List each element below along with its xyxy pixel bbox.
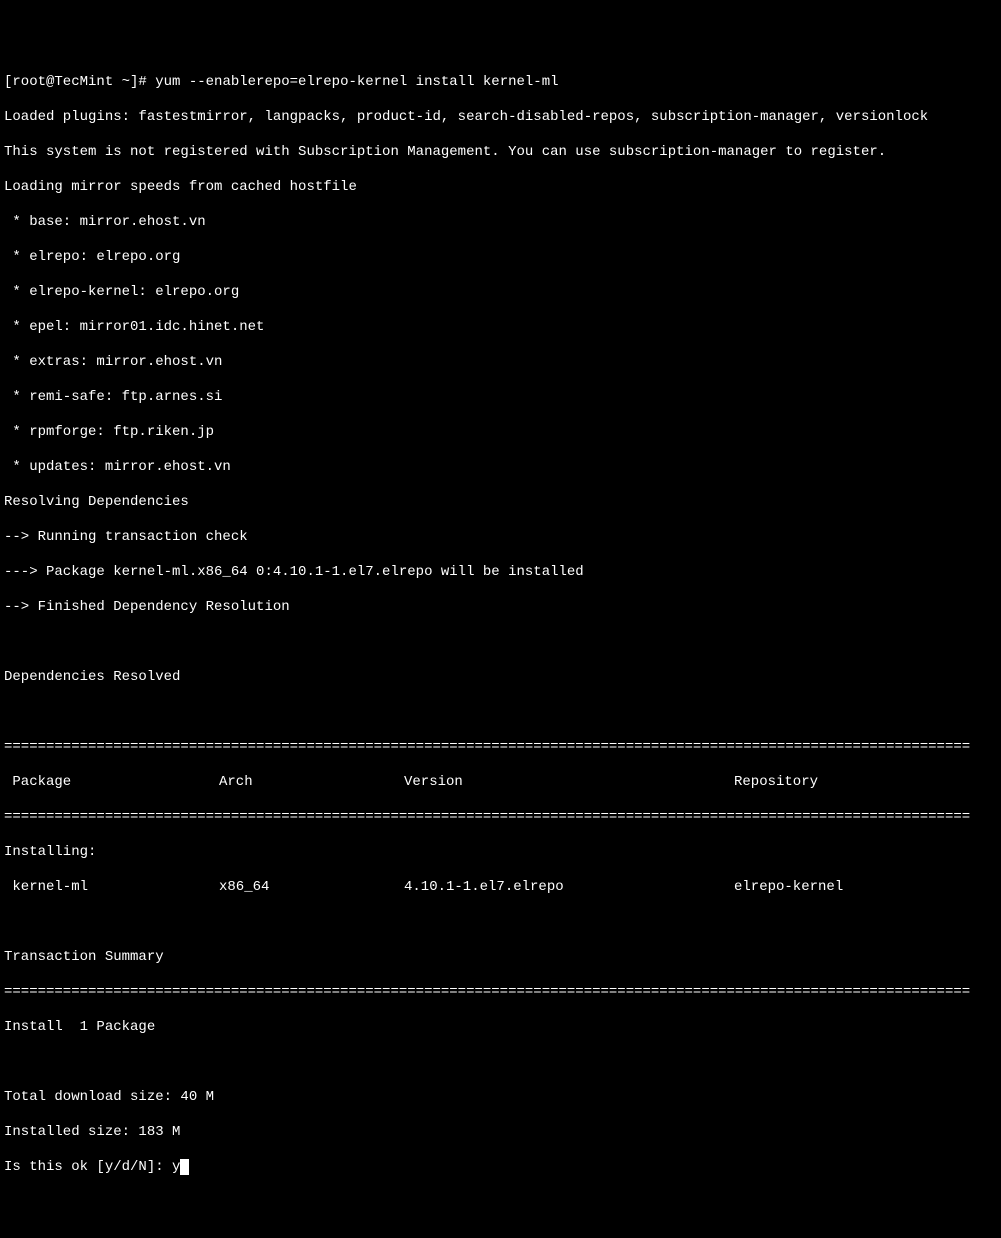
output-loaded-plugins: Loaded plugins: fastestmirror, langpacks… bbox=[4, 109, 997, 127]
summary-installed-size: Installed size: 183 M bbox=[4, 1124, 997, 1142]
mirror-line: * elrepo-kernel: elrepo.org bbox=[4, 284, 997, 302]
blank-line bbox=[4, 634, 997, 652]
prompt-user-host: [root@TecMint ~]# bbox=[4, 74, 147, 90]
mirror-line: * updates: mirror.ehost.vn bbox=[4, 459, 997, 477]
table-cell-repository: elrepo-kernel bbox=[734, 879, 997, 897]
output-package-install: ---> Package kernel-ml.x86_64 0:4.10.1-1… bbox=[4, 564, 997, 582]
mirror-line: * elrepo: elrepo.org bbox=[4, 249, 997, 267]
table-cell-arch: x86_64 bbox=[219, 879, 404, 897]
table-cell-package: kernel-ml bbox=[4, 879, 219, 897]
output-resolving: Resolving Dependencies bbox=[4, 494, 997, 512]
table-header-arch: Arch bbox=[219, 774, 404, 792]
prompt-line: [root@TecMint ~]# yum --enablerepo=elrep… bbox=[4, 74, 997, 92]
output-not-registered: This system is not registered with Subsc… bbox=[4, 144, 997, 162]
confirm-prompt: Is this ok [y/d/N]: bbox=[4, 1159, 172, 1175]
summary-install: Install 1 Package bbox=[4, 1019, 997, 1037]
user-input[interactable]: y bbox=[172, 1159, 180, 1175]
blank-line bbox=[4, 914, 997, 932]
installing-label: Installing: bbox=[4, 844, 997, 862]
table-cell-version: 4.10.1-1.el7.elrepo bbox=[404, 879, 734, 897]
divider-line: ========================================… bbox=[4, 984, 997, 1002]
cursor-icon bbox=[180, 1159, 189, 1175]
mirror-line: * remi-safe: ftp.arnes.si bbox=[4, 389, 997, 407]
table-header-package: Package bbox=[4, 774, 219, 792]
mirror-line: * rpmforge: ftp.riken.jp bbox=[4, 424, 997, 442]
blank-line bbox=[4, 704, 997, 722]
table-header-version: Version bbox=[404, 774, 734, 792]
table-row: kernel-ml x86_64 4.10.1-1.el7.elrepo elr… bbox=[4, 879, 997, 897]
output-transaction-check: --> Running transaction check bbox=[4, 529, 997, 547]
table-header-repository: Repository bbox=[734, 774, 997, 792]
summary-title: Transaction Summary bbox=[4, 949, 997, 967]
mirror-line: * base: mirror.ehost.vn bbox=[4, 214, 997, 232]
table-header-row: Package Arch Version Repository bbox=[4, 774, 997, 792]
blank-line bbox=[4, 1054, 997, 1072]
mirror-line: * epel: mirror01.idc.hinet.net bbox=[4, 319, 997, 337]
output-finished-resolution: --> Finished Dependency Resolution bbox=[4, 599, 997, 617]
prompt-command: yum --enablerepo=elrepo-kernel install k… bbox=[155, 74, 558, 90]
confirm-line: Is this ok [y/d/N]: y bbox=[4, 1159, 997, 1177]
divider-line: ========================================… bbox=[4, 739, 997, 757]
output-deps-resolved: Dependencies Resolved bbox=[4, 669, 997, 687]
mirror-line: * extras: mirror.ehost.vn bbox=[4, 354, 997, 372]
summary-download-size: Total download size: 40 M bbox=[4, 1089, 997, 1107]
divider-line: ========================================… bbox=[4, 809, 997, 827]
output-loading-mirror: Loading mirror speeds from cached hostfi… bbox=[4, 179, 997, 197]
